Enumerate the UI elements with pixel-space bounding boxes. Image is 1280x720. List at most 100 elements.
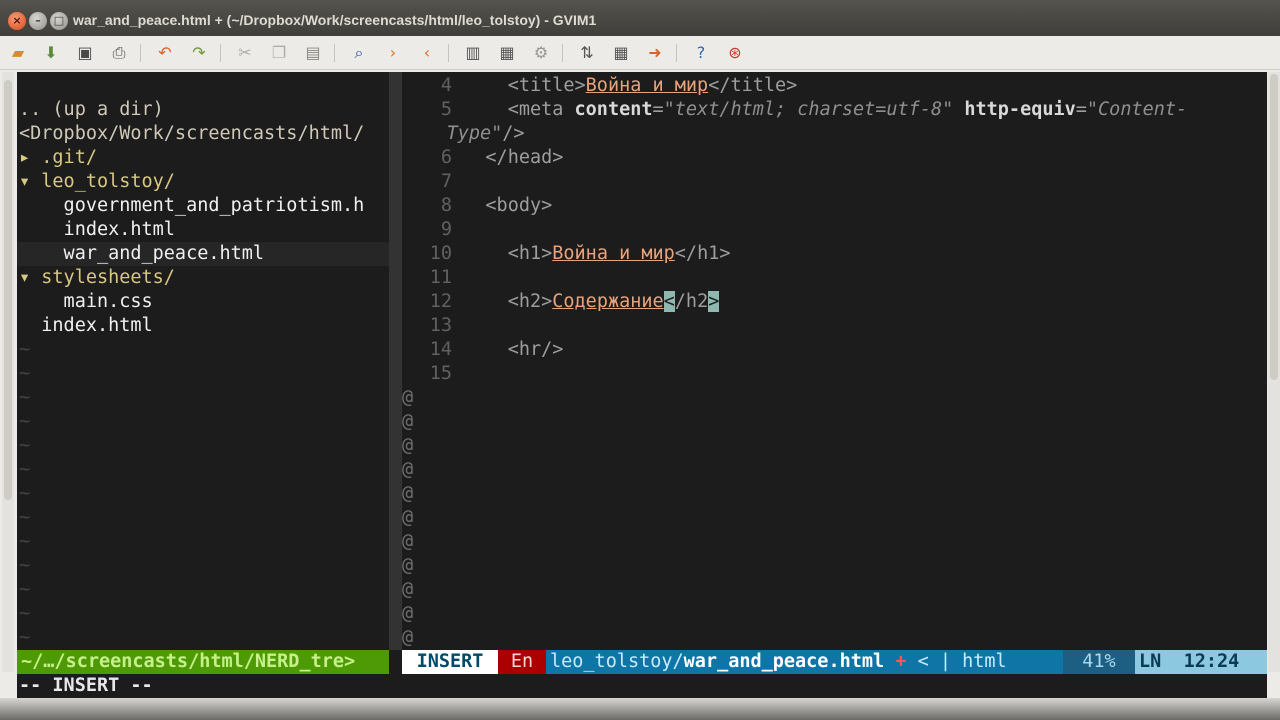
nerdtree-tilde: ~ [19,435,31,456]
file-path: leo_tolstoy/war_and_peace.html + < | htm… [546,650,1103,674]
status-separator: < [917,651,929,672]
html-tag: <body> [485,195,553,216]
filler-line: @ [402,531,414,552]
window-bottom-edge [0,698,1280,720]
nerdtree-file-selected[interactable]: war_and_peace.html [19,242,265,266]
nerdtree-tilde: ~ [19,339,31,360]
code-line: 11 [402,266,1267,290]
find-help-icon[interactable]: ⊛ [725,43,745,63]
filler-line: @ [402,459,414,480]
html-tag: /h2 [674,291,709,312]
cursor-match: > [708,291,720,312]
attribute-value: Type" [446,123,503,144]
nerdtree-file[interactable]: government_and_patriotism.h [19,194,365,218]
line-number: 10 [429,243,452,264]
undo-icon[interactable]: ↶ [155,43,175,63]
html-attribute: http-equiv [964,99,1076,120]
save-session-icon[interactable]: ⬇ [41,43,61,63]
tag-text: Содержание [552,291,664,312]
nerdtree-tilde: ~ [19,387,31,408]
nerdtree-root[interactable]: <Dropbox/Work/screencasts/html/ [19,122,364,146]
find-previous-icon[interactable]: ‹ [417,43,437,63]
cut-icon[interactable]: ✂ [235,43,255,63]
nerdtree-tilde: ~ [19,483,31,504]
right-scrollbar-thumb[interactable] [1270,74,1278,380]
scroll-percent: 41% [1063,650,1135,674]
toolbar: ▰ ⬇ ▣ ⎙ ↶ ↷ ✂ ❐ ▤ ⌕ › ‹ ▥ ▦ ⚙ ⇅ ▦ ➜ ? ⊛ [0,36,1280,70]
ctags-icon[interactable]: ➜ [645,43,665,63]
maximize-window-button[interactable]: □ [50,12,68,30]
nerdtree-file[interactable]: index.html [19,218,175,242]
nerdtree-dir-leo-tolstoy[interactable]: ▾ leo_tolstoy/ [19,170,175,194]
html-tag: </head> [485,147,564,168]
code-line: 7 [402,170,1267,194]
minimize-window-button[interactable]: – [29,12,47,30]
filetype: html [962,651,1007,672]
nerdtree-tilde: ~ [19,627,31,648]
nerdtree-file[interactable]: index.html [19,314,152,338]
filler-line: @ [402,387,414,408]
command-line[interactable]: -- INSERT -- [17,674,1267,698]
save-session-icon[interactable]: ▦ [497,43,517,63]
save-icon[interactable]: ▣ [75,43,95,63]
filler-line: @ [402,483,414,504]
paste-icon[interactable]: ▤ [303,43,323,63]
file-dir: leo_tolstoy/ [550,651,684,672]
cursor-position: LN 12:24 [1135,650,1267,674]
filler-line: @ [402,555,414,576]
modified-flag: + [895,651,907,672]
tag-text: Война и мир [552,243,675,264]
nerdtree-up-dir[interactable]: .. (up a dir) [19,98,164,122]
attribute-value: "Content- [1086,99,1188,120]
filler-line: @ [402,435,414,456]
nerdtree-file[interactable]: main.css [19,290,153,314]
nerdtree-tilde: ~ [19,603,31,624]
open-icon[interactable]: ▰ [8,43,28,63]
close-window-button[interactable]: × [8,12,26,30]
status-bar: | [939,651,951,672]
left-scrollbar-thumb[interactable] [4,80,12,500]
toolbar-separator [448,44,449,62]
print-icon[interactable]: ⎙ [109,43,129,63]
code-buffer[interactable]: 4 <title>Война и мир</title> 5 <meta con… [402,72,1267,650]
code-line: 5 <meta content="text/html; charset=utf-… [402,98,1267,122]
mode-indicator: INSERT [402,650,498,674]
code-line: 9 [402,218,1267,242]
file-name: war_and_peace.html [683,651,885,672]
code-line: 4 <title>Война и мир</title> [402,74,1267,98]
nerdtree-dir-stylesheets[interactable]: ▾ stylesheets/ [19,266,175,290]
filler-line: @ [402,579,414,600]
line-number: 7 [440,171,452,192]
keymap-indicator: En [498,650,546,674]
copy-icon[interactable]: ❐ [269,43,289,63]
find-replace-icon[interactable]: ⌕ [349,43,369,63]
find-next-icon[interactable]: › [383,43,403,63]
html-tag: /> [502,123,525,144]
nerdtree-tilde: ~ [19,363,31,384]
help-icon[interactable]: ? [691,43,711,63]
right-scrollbar[interactable] [1268,72,1280,672]
vim-editor[interactable]: .. (up a dir) <Dropbox/Work/screencasts/… [17,72,1267,698]
html-tag: <hr/> [507,339,564,360]
line-number: 8 [440,195,452,216]
status-gap [389,650,402,674]
shell-icon[interactable]: ▦ [611,43,631,63]
line-number: 13 [429,315,452,336]
redo-icon[interactable]: ↷ [189,43,209,63]
code-line-current: 12 <h2>Содержание</h2> [402,290,1267,314]
vertical-split[interactable] [389,72,402,650]
html-tag: <h1> [507,243,553,264]
nerdtree-dir-git[interactable]: ▸ .git/ [19,146,97,170]
html-tag: </title> [708,75,798,96]
make-icon[interactable]: ⇅ [577,43,597,63]
toolbar-separator [334,44,335,62]
line-number: 9 [440,219,452,240]
run-script-icon[interactable]: ⚙ [531,43,551,63]
load-session-icon[interactable]: ▥ [463,43,483,63]
filler-line: @ [402,411,414,432]
equals-sign: = [652,99,664,120]
nerdtree-panel[interactable]: .. (up a dir) <Dropbox/Work/screencasts/… [17,72,389,650]
left-scrollbar[interactable] [2,72,14,672]
nerdtree-tilde: ~ [19,579,31,600]
